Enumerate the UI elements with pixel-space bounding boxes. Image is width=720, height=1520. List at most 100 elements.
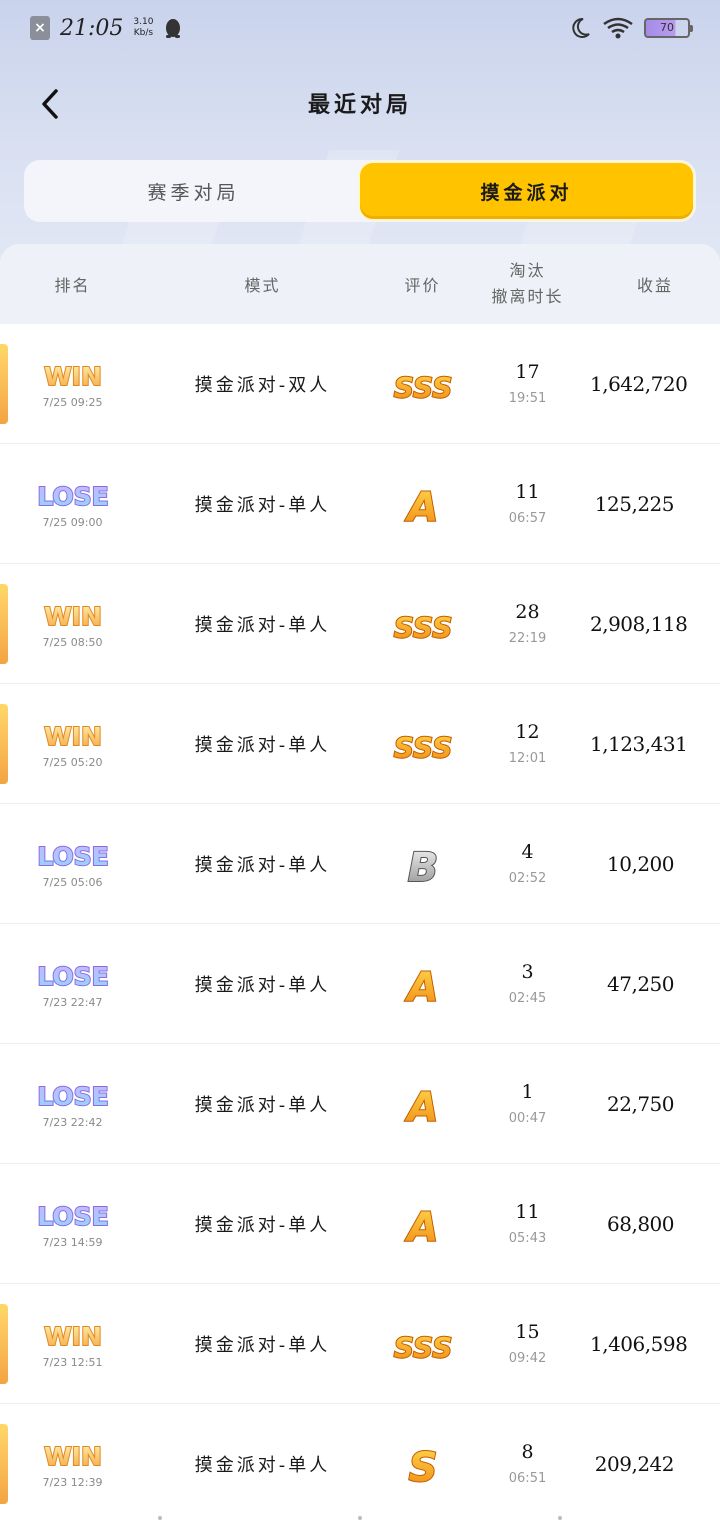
rank-cell: LOSE 7/23 14:59 [0, 1198, 145, 1249]
grade-a-icon: A [403, 964, 439, 1009]
rank-cell: WIN 7/25 05:20 [0, 718, 145, 769]
elimination-cell: 12 12:01 [465, 721, 590, 766]
kill-count: 17 [515, 361, 540, 383]
match-row[interactable]: LOSE 7/23 14:59 摸金派对-单人 A 11 05:43 68,80… [0, 1164, 720, 1284]
grade-label: SSS [393, 611, 452, 644]
rank-cell: WIN 7/23 12:39 [0, 1438, 145, 1489]
grade-label: B [407, 845, 438, 889]
win-indicator-bar [0, 584, 8, 664]
win-badge-icon: WIN [43, 1321, 103, 1352]
rank-cell: LOSE 7/23 22:42 [0, 1078, 145, 1129]
grade-a-icon: A [403, 484, 439, 529]
elimination-cell: 17 19:51 [465, 361, 590, 406]
tab-season-matches[interactable]: 赛季对局 [27, 163, 360, 219]
result-label: WIN [44, 1322, 102, 1351]
win-badge-icon: WIN [43, 1441, 103, 1472]
grade-label: SSS [393, 731, 452, 764]
page-title: 最近对局 [307, 93, 412, 118]
match-list-panel: 排名 模式 评价 淘汰 撤离时长 收益 WIN 7/25 09:25 摸金派对-… [0, 244, 720, 1520]
kill-count: 11 [515, 481, 540, 503]
elimination-cell: 3 02:45 [465, 961, 590, 1006]
tab-gold-party[interactable]: 摸金派对 [360, 163, 693, 219]
match-row[interactable]: WIN 7/25 05:20 摸金派对-单人 SSS 12 12:01 1,12… [0, 684, 720, 804]
match-time: 7/23 22:42 [42, 1116, 103, 1129]
result-label: WIN [44, 362, 102, 391]
rank-cell: LOSE 7/25 05:06 [0, 838, 145, 889]
network-speed-value: 3.10 [133, 17, 154, 27]
match-time: 7/25 09:25 [42, 396, 103, 409]
column-eliminations: 淘汰 撤离时长 [465, 258, 590, 310]
lose-badge-icon: LOSE [36, 1081, 109, 1112]
extraction-duration: 02:52 [508, 871, 547, 886]
match-time: 7/23 14:59 [42, 1236, 103, 1249]
status-bar: × 21:05 3.10 Kb/s 70 [0, 0, 720, 56]
wifi-icon [603, 17, 633, 39]
win-badge-icon: WIN [43, 361, 103, 392]
rating-cell: SSS [380, 359, 465, 409]
win-indicator-bar [0, 1304, 8, 1384]
rating-cell: A [380, 1079, 465, 1129]
column-rank: 排名 [54, 276, 91, 295]
mode-cell: 摸金派对-单人 [194, 1214, 331, 1236]
earnings-value: 1,406,598 [590, 1331, 688, 1356]
match-row[interactable]: LOSE 7/25 05:06 摸金派对-单人 B 4 02:52 10,200 [0, 804, 720, 924]
rating-cell: S [380, 1439, 465, 1489]
grade-label: A [404, 485, 438, 529]
match-row[interactable]: LOSE 7/25 09:00 摸金派对-单人 A 11 06:57 125,2… [0, 444, 720, 564]
match-row[interactable]: LOSE 7/23 22:47 摸金派对-单人 A 3 02:45 47,250 [0, 924, 720, 1044]
extraction-duration: 22:19 [508, 631, 547, 646]
elimination-cell: 11 05:43 [465, 1201, 590, 1246]
win-badge-icon: WIN [43, 721, 103, 752]
mode-tabs: 赛季对局 摸金派对 [24, 160, 696, 222]
column-earnings: 收益 [636, 276, 673, 295]
match-row[interactable]: WIN 7/23 12:39 摸金派对-单人 S 8 06:51 209,242 [0, 1404, 720, 1520]
match-row[interactable]: WIN 7/25 09:25 摸金派对-双人 SSS 17 19:51 1,64… [0, 324, 720, 444]
win-indicator-bar [0, 704, 8, 784]
earnings-value: 47,250 [607, 971, 674, 996]
status-time: 21:05 [60, 15, 124, 41]
chevron-left-icon [42, 89, 58, 119]
match-row[interactable]: WIN 7/23 12:51 摸金派对-单人 SSS 15 09:42 1,40… [0, 1284, 720, 1404]
win-indicator-bar [0, 1424, 8, 1504]
mode-cell: 摸金派对-单人 [194, 494, 331, 516]
kill-count: 11 [515, 1201, 540, 1223]
match-time: 7/25 05:06 [42, 876, 103, 889]
extraction-duration: 00:47 [508, 1111, 547, 1126]
grade-sss-icon: SSS [392, 730, 453, 765]
result-label: LOSE [37, 1082, 108, 1111]
column-elim-label: 淘汰 [509, 261, 546, 280]
rank-cell: LOSE 7/23 22:47 [0, 958, 145, 1009]
extraction-duration: 02:45 [508, 991, 547, 1006]
kill-count: 3 [521, 961, 534, 983]
column-duration-label: 撤离时长 [491, 287, 564, 306]
earnings-value: 209,242 [594, 1451, 675, 1476]
earnings-value: 22,750 [607, 1091, 674, 1116]
kill-count: 4 [521, 841, 534, 863]
match-row[interactable]: LOSE 7/23 22:42 摸金派对-单人 A 1 00:47 22,750 [0, 1044, 720, 1164]
grade-a-icon: A [403, 1084, 439, 1129]
rank-cell: WIN 7/25 09:25 [0, 358, 145, 409]
lose-badge-icon: LOSE [36, 961, 109, 992]
battery-indicator: 70 [644, 18, 693, 38]
mode-cell: 摸金派对-单人 [194, 734, 331, 756]
extraction-duration: 19:51 [508, 391, 547, 406]
grade-label: S [408, 1445, 437, 1489]
mode-cell: 摸金派对-单人 [194, 1334, 331, 1356]
mode-cell: 摸金派对-双人 [194, 374, 331, 396]
match-time: 7/25 05:20 [42, 756, 103, 769]
match-row[interactable]: WIN 7/25 08:50 摸金派对-单人 SSS 28 22:19 2,90… [0, 564, 720, 684]
kill-count: 15 [515, 1321, 540, 1343]
match-time: 7/25 08:50 [42, 636, 103, 649]
page-indicator [0, 1516, 720, 1520]
elimination-cell: 4 02:52 [465, 841, 590, 886]
grade-b-icon: B [406, 844, 439, 889]
network-speed-unit: Kb/s [133, 28, 154, 38]
extraction-duration: 05:43 [508, 1231, 547, 1246]
earnings-value: 10,200 [607, 851, 674, 876]
elimination-cell: 8 06:51 [465, 1441, 590, 1486]
mode-cell: 摸金派对-单人 [194, 974, 331, 996]
back-button[interactable] [32, 86, 68, 122]
earnings-value: 68,800 [607, 1211, 674, 1236]
extraction-duration: 06:51 [508, 1471, 547, 1486]
match-time: 7/25 09:00 [42, 516, 103, 529]
